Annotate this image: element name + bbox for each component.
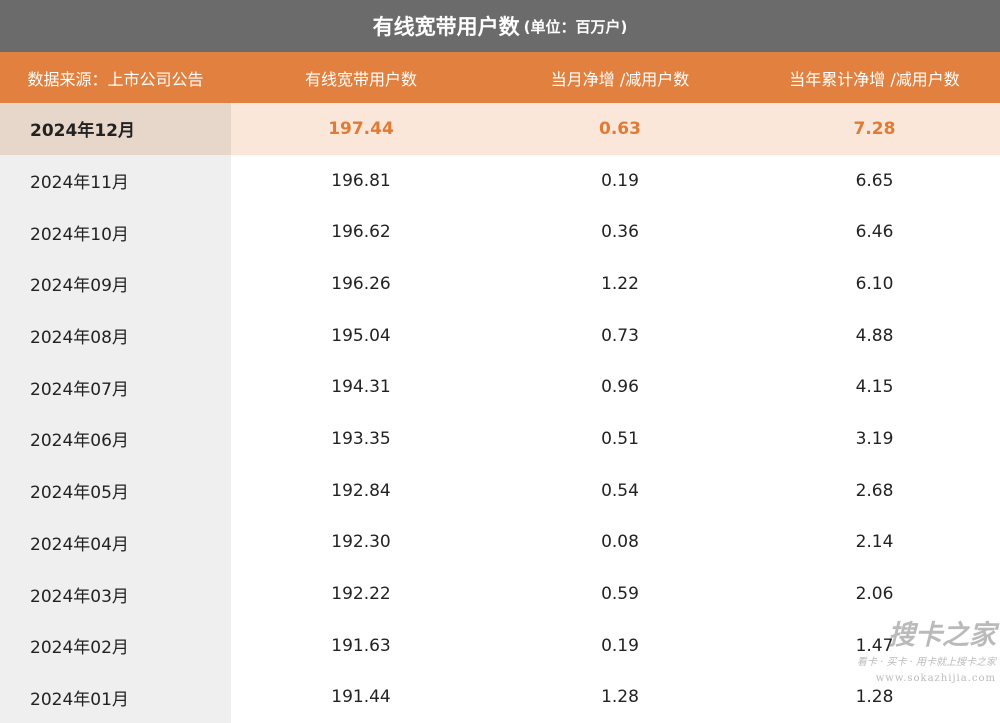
row-ytd-net-cell: 4.88 (855, 325, 894, 346)
table-row: 2024年12月 197.44 0.63 7.28 (0, 103, 1000, 155)
table-row: 2024年04月 192.30 0.08 2.14 (0, 516, 1000, 569)
table-row: 2024年09月 196.26 1.22 6.10 (0, 258, 1000, 310)
row-month-cell: 2024年02月 (0, 619, 231, 672)
row-ytd-net-cell: 6.65 (855, 170, 894, 191)
row-users-cell: 191.63 (331, 635, 391, 656)
row-users-cell: 196.26 (331, 273, 391, 294)
table-title: 有线宽带用户数 (372, 15, 520, 39)
row-ytd-net-cell: 3.19 (855, 428, 894, 449)
table-row: 2024年08月 195.04 0.73 4.88 (0, 309, 1000, 362)
row-monthly-net-cell: 0.19 (601, 170, 639, 191)
row-month-cell: 2024年12月 (0, 103, 231, 155)
table-row: 2024年03月 192.22 0.59 2.06 (0, 568, 1000, 620)
table-unit-label: (单位：百万户) (523, 17, 628, 36)
row-monthly-net-cell: 0.08 (601, 532, 639, 553)
table-row: 2024年11月 196.81 0.19 6.65 (0, 154, 1000, 207)
row-month-cell: 2024年04月 (0, 516, 231, 569)
row-users-cell: 192.22 (331, 584, 391, 605)
row-month-cell: 2024年11月 (0, 154, 231, 207)
watermark-slogan: 看卡 · 买卡 · 用卡就上搜卡之家 (856, 657, 996, 668)
header-source: 数据来源：上市公司公告 (27, 69, 204, 89)
row-monthly-net-cell: 1.22 (601, 273, 639, 294)
table-header-row: 数据来源：上市公司公告 有线宽带用户数 当月净增 /减用户数 当年累计净增 /减… (0, 52, 1000, 103)
row-ytd-net-cell: 1.28 (855, 687, 894, 708)
row-users-cell: 196.62 (331, 222, 391, 243)
row-ytd-net-cell: 2.14 (855, 532, 894, 553)
row-ytd-net-cell: 6.46 (855, 222, 894, 243)
row-month-cell: 2024年06月 (0, 413, 231, 465)
header-users: 有线宽带用户数 (304, 69, 417, 89)
header-ytd-net: 当年累计净增 /减用户数 (789, 69, 960, 89)
row-users-cell: 193.35 (331, 428, 391, 449)
watermark-url: www.sokazhijia.com (875, 673, 996, 684)
row-monthly-net-cell: 0.54 (601, 480, 639, 501)
row-monthly-net-cell: 0.51 (601, 428, 639, 449)
row-ytd-net-cell: 4.15 (855, 377, 894, 398)
row-month-cell: 2024年05月 (0, 464, 231, 517)
table-row: 2024年07月 194.31 0.96 4.15 (0, 361, 1000, 414)
header-monthly-net: 当月净增 /减用户数 (550, 69, 690, 89)
row-month-cell: 2024年10月 (0, 206, 231, 259)
row-ytd-net-cell: 6.10 (855, 273, 894, 294)
row-users-cell: 195.04 (331, 325, 391, 346)
row-monthly-net-cell: 0.36 (601, 222, 639, 243)
row-monthly-net-cell: 0.59 (601, 584, 639, 605)
row-monthly-net-cell: 0.73 (601, 325, 639, 346)
row-monthly-net-cell: 0.19 (601, 635, 639, 656)
row-ytd-net-cell: 2.68 (855, 480, 894, 501)
row-ytd-net-cell: 2.06 (855, 584, 894, 605)
row-users-cell: 192.30 (331, 532, 391, 553)
watermark-logo: 搜卡之家 (888, 620, 996, 651)
row-users-cell: 196.81 (331, 170, 391, 191)
row-users-cell: 191.44 (331, 687, 391, 708)
row-users-cell: 194.31 (331, 377, 391, 398)
row-monthly-net-cell: 0.96 (601, 377, 639, 398)
row-month-cell: 2024年09月 (0, 258, 231, 310)
row-monthly-net-cell: 0.63 (599, 118, 641, 139)
row-month-cell: 2024年07月 (0, 361, 231, 414)
row-monthly-net-cell: 1.28 (601, 687, 639, 708)
row-ytd-net-cell: 7.28 (853, 118, 896, 139)
row-month-cell: 2024年08月 (0, 309, 231, 362)
table-row: 2024年06月 193.35 0.51 3.19 (0, 413, 1000, 465)
table-row: 2024年05月 192.84 0.54 2.68 (0, 464, 1000, 517)
watermark: 搜卡之家 看卡 · 买卡 · 用卡就上搜卡之家 www.sokazhijia.c… (836, 617, 996, 689)
row-month-cell: 2024年01月 (0, 671, 231, 723)
row-users-cell: 192.84 (331, 480, 391, 501)
table-title-bar: 有线宽带用户数 (单位：百万户) (0, 0, 1000, 52)
table-row: 2024年10月 196.62 0.36 6.46 (0, 206, 1000, 259)
row-month-cell: 2024年03月 (0, 568, 231, 620)
row-users-cell: 197.44 (328, 118, 394, 139)
